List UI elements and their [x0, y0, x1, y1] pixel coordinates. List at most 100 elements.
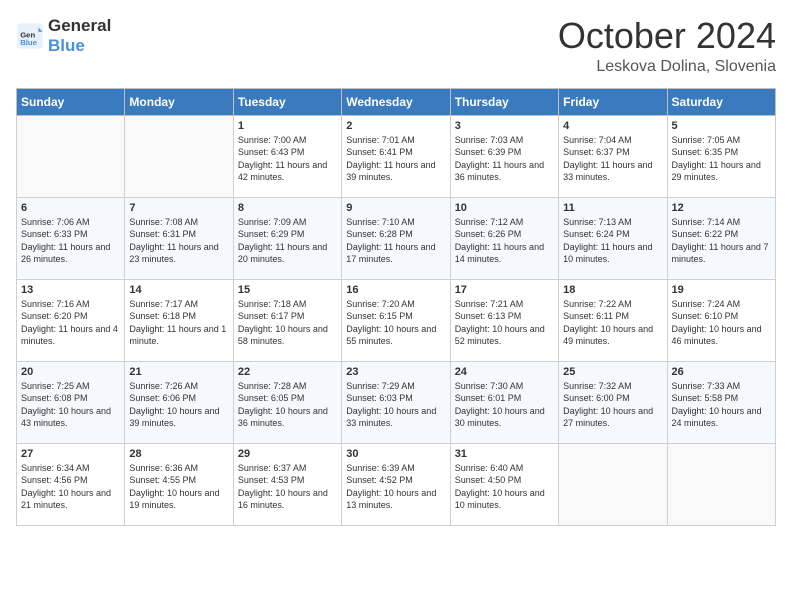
column-header-thursday: Thursday — [450, 88, 558, 115]
day-number: 4 — [563, 120, 662, 132]
day-number: 5 — [672, 120, 771, 132]
logo: Gen Blue General Blue — [16, 16, 111, 56]
calendar-cell: 5 Sunrise: 7:05 AM Sunset: 6:35 PM Daylig… — [667, 115, 775, 197]
day-number: 31 — [455, 448, 554, 460]
day-info: Sunrise: 7:28 AM Sunset: 6:05 PM Dayligh… — [238, 380, 337, 430]
day-number: 17 — [455, 284, 554, 296]
day-number: 16 — [346, 284, 445, 296]
calendar-cell: 12 Sunrise: 7:14 AM Sunset: 6:22 PM Dayli… — [667, 197, 775, 279]
calendar-week-row: 27Sunrise: 6:34 AM Sunset: 4:56 PM Dayli… — [17, 443, 776, 525]
calendar-cell: 4 Sunrise: 7:04 AM Sunset: 6:37 PM Daylig… — [559, 115, 667, 197]
day-number: 10 — [455, 202, 554, 214]
day-number: 3 — [455, 120, 554, 132]
logo-icon: Gen Blue — [16, 22, 44, 50]
day-info: Sunrise: 7:21 AM Sunset: 6:13 PM Dayligh… — [455, 298, 554, 348]
page-header: Gen Blue General Blue October 2024 Lesko… — [16, 16, 776, 76]
day-number: 18 — [563, 284, 662, 296]
day-number: 6 — [21, 202, 120, 214]
calendar-cell: 21 Sunrise: 7:26 AM Sunset: 6:06 PM Dayli… — [125, 361, 233, 443]
day-info: Sunrise: 7:03 AM Sunset: 6:39 PM Dayligh… — [455, 134, 554, 184]
calendar-cell: 10 Sunrise: 7:12 AM Sunset: 6:26 PM Dayli… — [450, 197, 558, 279]
day-info: Sunrise: 7:32 AM Sunset: 6:00 PM Dayligh… — [563, 380, 662, 430]
day-info: Sunrise: 6:34 AM Sunset: 4:56 PM Dayligh… — [21, 462, 120, 512]
day-number: 14 — [129, 284, 228, 296]
calendar-week-row: 6 Sunrise: 7:06 AM Sunset: 6:33 PM Daylig… — [17, 197, 776, 279]
calendar-cell: 25Sunrise: 7:32 AM Sunset: 6:00 PM Dayli… — [559, 361, 667, 443]
column-header-sunday: Sunday — [17, 88, 125, 115]
day-number: 9 — [346, 202, 445, 214]
calendar-cell: 15Sunrise: 7:18 AM Sunset: 6:17 PM Dayli… — [233, 279, 341, 361]
day-number: 11 — [563, 202, 662, 214]
day-info: Sunrise: 7:06 AM Sunset: 6:33 PM Dayligh… — [21, 216, 120, 266]
calendar-cell: 19 Sunrise: 7:24 AM Sunset: 6:10 PM Dayli… — [667, 279, 775, 361]
column-header-saturday: Saturday — [667, 88, 775, 115]
day-info: Sunrise: 7:18 AM Sunset: 6:17 PM Dayligh… — [238, 298, 337, 348]
calendar-cell: 30 Sunrise: 6:39 AM Sunset: 4:52 PM Dayli… — [342, 443, 450, 525]
day-info: Sunrise: 7:01 AM Sunset: 6:41 PM Dayligh… — [346, 134, 445, 184]
day-number: 20 — [21, 366, 120, 378]
calendar-week-row: 20 Sunrise: 7:25 AM Sunset: 6:08 PM Dayli… — [17, 361, 776, 443]
day-info: Sunrise: 7:10 AM Sunset: 6:28 PM Dayligh… — [346, 216, 445, 266]
calendar-cell: 16 Sunrise: 7:20 AM Sunset: 6:15 PM Dayli… — [342, 279, 450, 361]
day-info: Sunrise: 7:20 AM Sunset: 6:15 PM Dayligh… — [346, 298, 445, 348]
calendar-cell: 1Sunrise: 7:00 AM Sunset: 6:43 PM Daylig… — [233, 115, 341, 197]
column-header-wednesday: Wednesday — [342, 88, 450, 115]
day-info: Sunrise: 6:40 AM Sunset: 4:50 PM Dayligh… — [455, 462, 554, 512]
calendar-header-row: SundayMondayTuesdayWednesdayThursdayFrid… — [17, 88, 776, 115]
calendar-cell — [17, 115, 125, 197]
day-number: 7 — [129, 202, 228, 214]
calendar-cell: 23 Sunrise: 7:29 AM Sunset: 6:03 PM Dayli… — [342, 361, 450, 443]
calendar-week-row: 13 Sunrise: 7:16 AM Sunset: 6:20 PM Dayli… — [17, 279, 776, 361]
calendar-cell: 24Sunrise: 7:30 AM Sunset: 6:01 PM Dayli… — [450, 361, 558, 443]
calendar-cell: 17 Sunrise: 7:21 AM Sunset: 6:13 PM Dayli… — [450, 279, 558, 361]
day-info: Sunrise: 7:26 AM Sunset: 6:06 PM Dayligh… — [129, 380, 228, 430]
column-header-monday: Monday — [125, 88, 233, 115]
logo-general: General Blue — [48, 16, 111, 56]
day-number: 12 — [672, 202, 771, 214]
calendar-week-row: 1Sunrise: 7:00 AM Sunset: 6:43 PM Daylig… — [17, 115, 776, 197]
calendar-cell: 13 Sunrise: 7:16 AM Sunset: 6:20 PM Dayli… — [17, 279, 125, 361]
calendar-cell: 29Sunrise: 6:37 AM Sunset: 4:53 PM Dayli… — [233, 443, 341, 525]
day-info: Sunrise: 7:14 AM Sunset: 6:22 PM Dayligh… — [672, 216, 771, 266]
day-info: Sunrise: 7:05 AM Sunset: 6:35 PM Dayligh… — [672, 134, 771, 184]
month-year: October 2024 — [558, 16, 776, 56]
calendar-cell: 2 Sunrise: 7:01 AM Sunset: 6:41 PM Daylig… — [342, 115, 450, 197]
calendar-cell: 18Sunrise: 7:22 AM Sunset: 6:11 PM Dayli… — [559, 279, 667, 361]
day-info: Sunrise: 7:09 AM Sunset: 6:29 PM Dayligh… — [238, 216, 337, 266]
calendar-cell — [667, 443, 775, 525]
title-block: October 2024 Leskova Dolina, Slovenia — [558, 16, 776, 76]
day-number: 28 — [129, 448, 228, 460]
column-header-friday: Friday — [559, 88, 667, 115]
day-info: Sunrise: 7:12 AM Sunset: 6:26 PM Dayligh… — [455, 216, 554, 266]
day-info: Sunrise: 7:17 AM Sunset: 6:18 PM Dayligh… — [129, 298, 228, 348]
day-info: Sunrise: 6:39 AM Sunset: 4:52 PM Dayligh… — [346, 462, 445, 512]
day-number: 22 — [238, 366, 337, 378]
day-info: Sunrise: 7:13 AM Sunset: 6:24 PM Dayligh… — [563, 216, 662, 266]
calendar-cell: 8 Sunrise: 7:09 AM Sunset: 6:29 PM Daylig… — [233, 197, 341, 279]
day-info: Sunrise: 7:29 AM Sunset: 6:03 PM Dayligh… — [346, 380, 445, 430]
day-number: 19 — [672, 284, 771, 296]
calendar-table: SundayMondayTuesdayWednesdayThursdayFrid… — [16, 88, 776, 526]
calendar-cell: 26Sunrise: 7:33 AM Sunset: 5:58 PM Dayli… — [667, 361, 775, 443]
calendar-cell: 14 Sunrise: 7:17 AM Sunset: 6:18 PM Dayli… — [125, 279, 233, 361]
day-info: Sunrise: 7:16 AM Sunset: 6:20 PM Dayligh… — [21, 298, 120, 348]
day-number: 8 — [238, 202, 337, 214]
day-number: 1 — [238, 120, 337, 132]
calendar-cell: 31 Sunrise: 6:40 AM Sunset: 4:50 PM Dayli… — [450, 443, 558, 525]
location: Leskova Dolina, Slovenia — [558, 58, 776, 76]
calendar-cell: 22 Sunrise: 7:28 AM Sunset: 6:05 PM Dayli… — [233, 361, 341, 443]
day-number: 13 — [21, 284, 120, 296]
day-number: 30 — [346, 448, 445, 460]
day-info: Sunrise: 7:25 AM Sunset: 6:08 PM Dayligh… — [21, 380, 120, 430]
day-info: Sunrise: 7:24 AM Sunset: 6:10 PM Dayligh… — [672, 298, 771, 348]
day-info: Sunrise: 7:33 AM Sunset: 5:58 PM Dayligh… — [672, 380, 771, 430]
calendar-cell: 6 Sunrise: 7:06 AM Sunset: 6:33 PM Daylig… — [17, 197, 125, 279]
calendar-cell: 28Sunrise: 6:36 AM Sunset: 4:55 PM Dayli… — [125, 443, 233, 525]
calendar-cell: 3 Sunrise: 7:03 AM Sunset: 6:39 PM Daylig… — [450, 115, 558, 197]
calendar-cell: 11 Sunrise: 7:13 AM Sunset: 6:24 PM Dayli… — [559, 197, 667, 279]
day-number: 29 — [238, 448, 337, 460]
day-number: 21 — [129, 366, 228, 378]
day-number: 23 — [346, 366, 445, 378]
day-number: 2 — [346, 120, 445, 132]
day-info: Sunrise: 7:04 AM Sunset: 6:37 PM Dayligh… — [563, 134, 662, 184]
